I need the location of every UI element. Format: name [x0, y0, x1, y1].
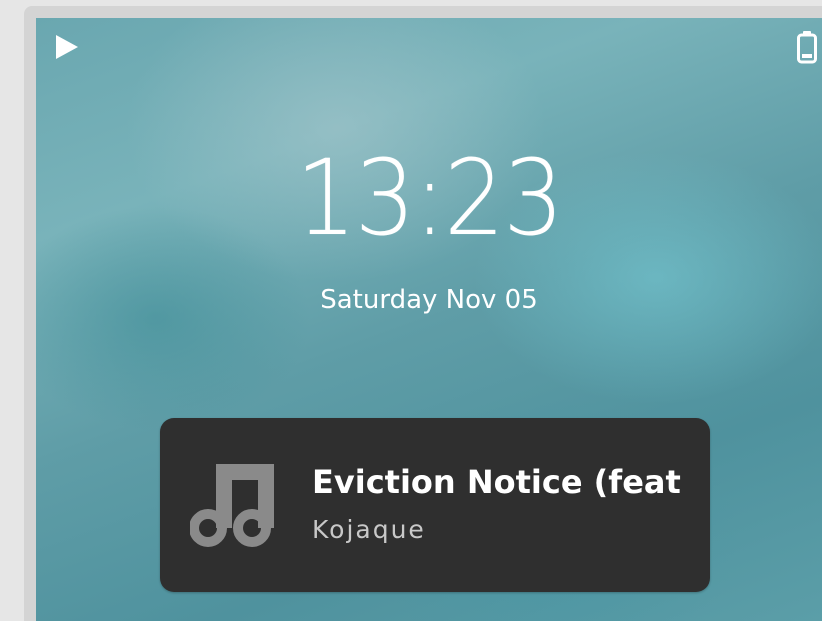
clock-date: Saturday Nov 05: [320, 285, 538, 315]
battery-icon: [797, 31, 817, 64]
track-artist: Kojaque: [312, 515, 426, 544]
play-icon: [56, 35, 78, 59]
clock-time: 13:23: [36, 146, 822, 250]
lock-screen: 13:23 Saturday Nov 05 Eviction Notice (f…: [36, 18, 822, 621]
clock-time-text: 13:23: [295, 137, 564, 259]
music-note-icon: [190, 464, 274, 547]
track-title: Eviction Notice (feat: [312, 463, 681, 501]
now-playing-card[interactable]: Eviction Notice (feat Kojaque: [160, 418, 710, 592]
